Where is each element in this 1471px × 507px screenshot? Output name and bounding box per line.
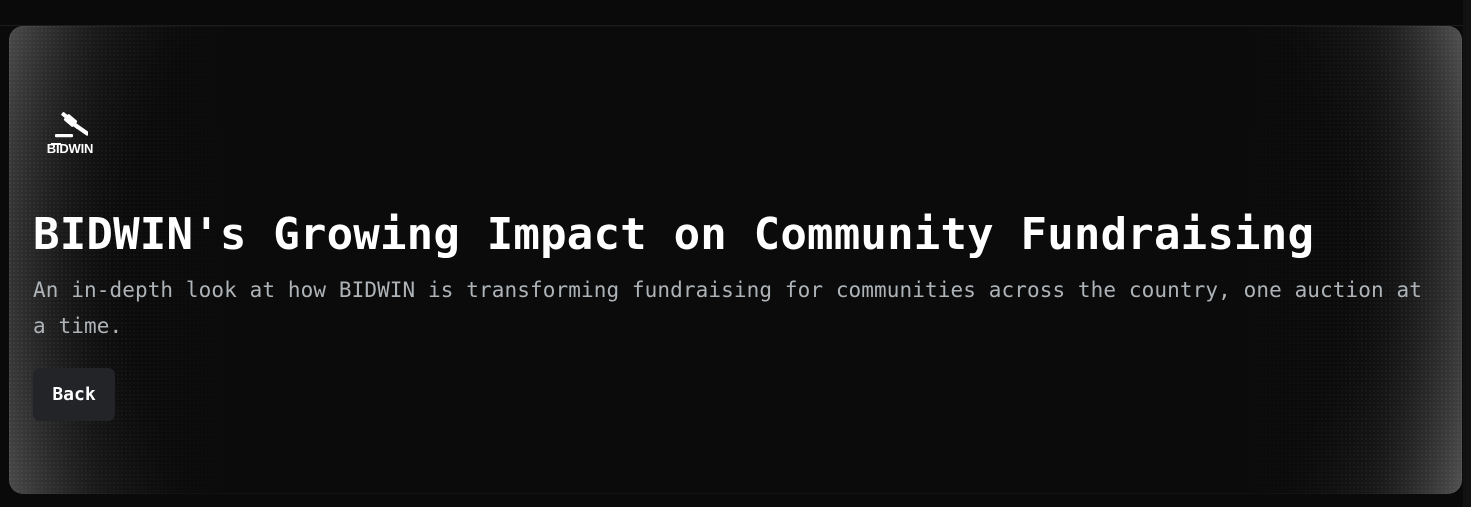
page-subtitle: An in-depth look at how BIDWIN is transf… bbox=[33, 278, 1422, 338]
gavel-icon bbox=[55, 112, 88, 138]
bidwin-logo: BIDWIN bbox=[40, 110, 100, 162]
back-button[interactable]: Back bbox=[33, 368, 115, 421]
page-title: BIDWIN's Growing Impact on Community Fun… bbox=[33, 209, 1315, 260]
logo-text: BIDWIN bbox=[46, 141, 94, 156]
window-right-edge bbox=[1463, 0, 1471, 507]
hero-card: BIDWIN BIDWIN's Growing Impact on Commun… bbox=[9, 26, 1462, 494]
